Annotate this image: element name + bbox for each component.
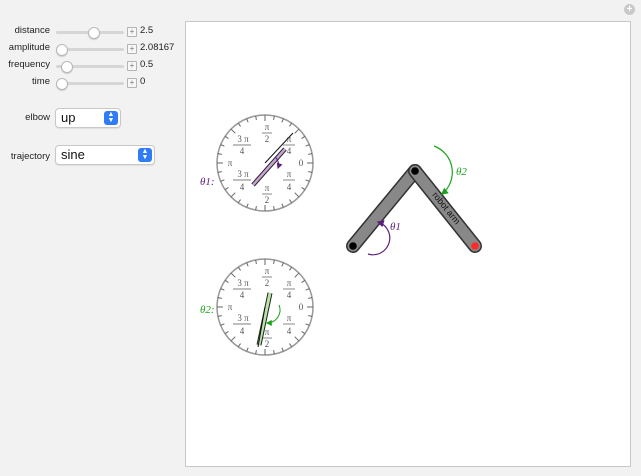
- dial2-label: θ2:: [200, 304, 215, 316]
- frequency-value: 0.5: [140, 59, 154, 70]
- dial1-tick-ll-num: 3 π: [237, 169, 249, 179]
- amplitude-value: 2.08167: [140, 42, 175, 53]
- time-slider[interactable]: [56, 78, 124, 90]
- dial1-tick-ul-num: 3 π: [237, 134, 249, 144]
- dial2-tick-ll-den: 4: [240, 326, 245, 336]
- dial1-tick-lr-den: 4: [287, 182, 292, 192]
- dial2-tick-lr-num: π: [287, 313, 292, 323]
- dial2-tick-top-num: π: [265, 266, 270, 276]
- time-slider-row: time + 0: [0, 75, 185, 91]
- amplitude-slider-thumb[interactable]: [56, 44, 68, 56]
- dial1-tick-right: 0: [299, 158, 304, 168]
- elbow-select[interactable]: up ▲ ▼: [55, 108, 121, 128]
- trajectory-label: trajectory: [10, 151, 50, 162]
- elbow-label: elbow: [25, 112, 50, 123]
- dial1-tick-ll-den: 4: [240, 182, 245, 192]
- theta2-dial: π 2 π 4 3 π 4 π 0 3 π 4 π 4 π 2: [216, 258, 314, 356]
- control-panel: distance + 2.5 amplitude + 2.08167 frequ…: [0, 0, 185, 476]
- robot-arm: robot arm θ1 θ2: [346, 145, 482, 256]
- trajectory-selected-value: sine: [61, 147, 85, 162]
- dial2-tick-ur-den: 4: [287, 290, 292, 300]
- dial2-tick-right: 0: [299, 302, 304, 312]
- end-effector: [471, 242, 479, 250]
- distance-slider[interactable]: [56, 27, 124, 39]
- dial2-tick-ul-den: 4: [240, 290, 245, 300]
- dial1-tick-lr-num: π: [287, 169, 292, 179]
- time-slider-thumb[interactable]: [56, 78, 68, 90]
- theta1-label: θ1: [390, 221, 401, 233]
- dial1-label: θ1:: [200, 176, 215, 188]
- frequency-label: frequency: [8, 59, 50, 70]
- base-joint: [349, 242, 357, 250]
- distance-slider-thumb[interactable]: [87, 27, 100, 39]
- theta1-dial: π 2 π 4 3 π 4 π 0 3 π 4 π 4 π 2: [216, 114, 314, 212]
- dial1-tick-bottom-den: 2: [265, 195, 270, 205]
- dial1-tick-ur-den: 4: [287, 146, 292, 156]
- time-expand-icon[interactable]: +: [127, 78, 137, 88]
- time-label: time: [32, 76, 50, 87]
- dial1-tick-top-den: 2: [265, 134, 270, 144]
- frequency-expand-icon[interactable]: +: [127, 61, 137, 71]
- theta2-label: θ2: [456, 166, 467, 178]
- amplitude-slider-row: amplitude + 2.08167: [0, 41, 185, 57]
- dial1-tick-bottom-num: π: [265, 183, 270, 193]
- dial2-tick-left: π: [228, 302, 233, 312]
- frequency-slider-row: frequency + 0.5: [0, 58, 185, 74]
- time-value: 0: [140, 76, 146, 87]
- elbow-joint: [411, 167, 419, 175]
- distance-expand-icon[interactable]: +: [127, 27, 137, 37]
- dial2-tick-top-den: 2: [265, 278, 270, 288]
- dial1-tick-top-num: π: [265, 122, 270, 132]
- amplitude-expand-icon[interactable]: +: [127, 44, 137, 54]
- dial2-tick-bottom-den: 2: [265, 339, 270, 349]
- amplitude-label: amplitude: [8, 42, 50, 53]
- distance-label: distance: [14, 25, 50, 36]
- elbow-selected-value: up: [61, 110, 76, 125]
- distance-value: 2.5: [140, 25, 154, 36]
- trajectory-select[interactable]: sine ▲ ▼: [55, 145, 155, 165]
- dial2-tick-ur-num: π: [287, 278, 292, 288]
- dial2-tick-lr-den: 4: [287, 326, 292, 336]
- dial1-tick-left: π: [228, 158, 233, 168]
- updown-chevron-icon: ▲ ▼: [138, 148, 152, 162]
- dial2-tick-ul-num: 3 π: [237, 278, 249, 288]
- frequency-slider[interactable]: [56, 61, 124, 73]
- theta2-arc-arrow-icon: [433, 145, 453, 195]
- updown-chevron-icon: ▲ ▼: [104, 111, 118, 125]
- dial2-tick-bottom-num: π: [265, 327, 270, 337]
- dial2-tick-ll-num: 3 π: [237, 313, 249, 323]
- plot-canvas: π 2 π 4 3 π 4 π 0 3 π 4 π 4 π 2 θ1: π 2 …: [185, 21, 631, 467]
- arm-link1: [347, 165, 421, 252]
- dial1-tick-ul-den: 4: [240, 146, 245, 156]
- add-icon[interactable]: +: [624, 4, 635, 15]
- frequency-slider-thumb[interactable]: [60, 61, 73, 73]
- plot-svg: π 2 π 4 3 π 4 π 0 3 π 4 π 4 π 2 θ1: π 2 …: [200, 114, 482, 356]
- distance-slider-row: distance + 2.5: [0, 24, 185, 40]
- amplitude-slider[interactable]: [56, 44, 124, 56]
